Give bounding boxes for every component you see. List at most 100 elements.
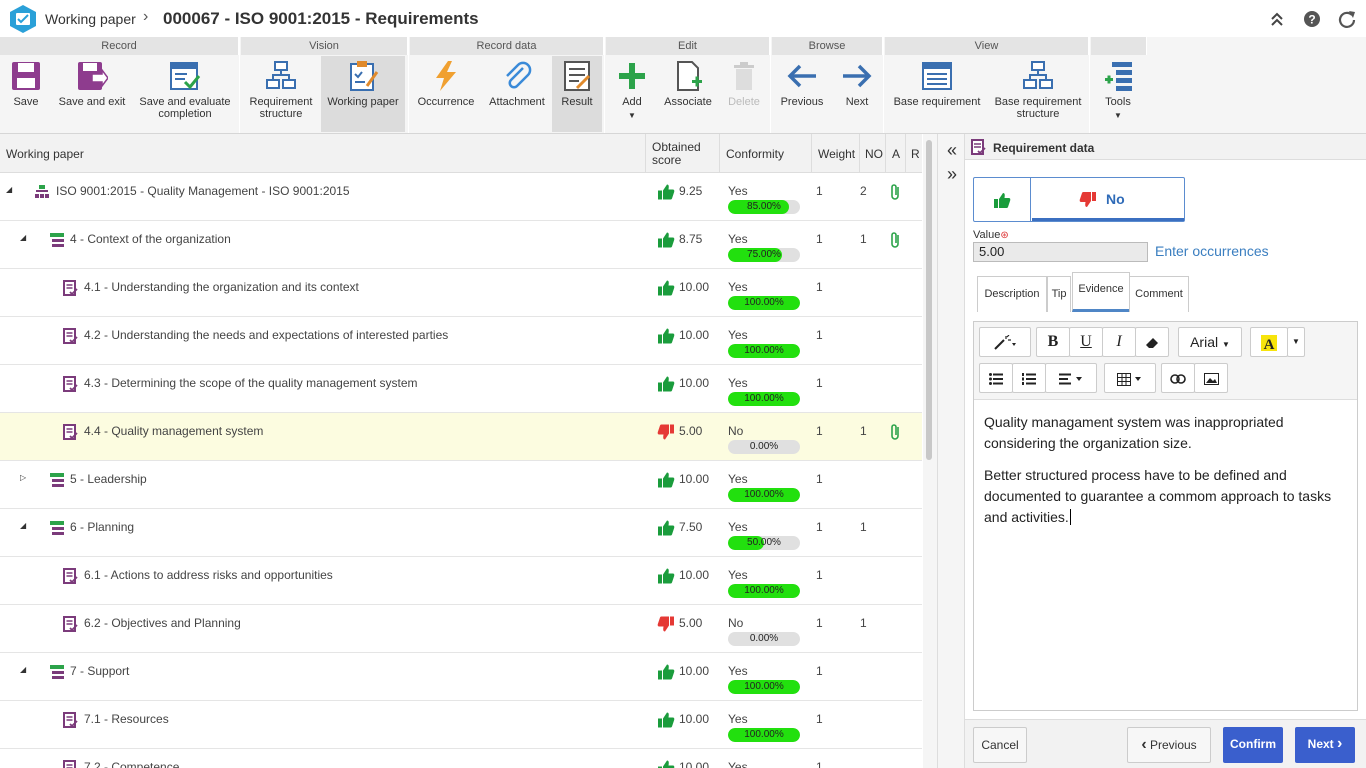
- tab-evidence[interactable]: Evidence: [1072, 272, 1130, 312]
- enter-occurrences-link[interactable]: Enter occurrences: [1155, 243, 1269, 259]
- link-button[interactable]: [1161, 363, 1195, 393]
- clear-format-button[interactable]: [1135, 327, 1169, 357]
- panel-next-label: Next: [1307, 737, 1334, 751]
- confirm-button[interactable]: Confirm: [1223, 727, 1283, 763]
- conformity-value: Yes: [728, 712, 748, 726]
- value-field[interactable]: 5.00: [973, 242, 1148, 262]
- collapse-icon[interactable]: ◢: [20, 665, 26, 674]
- tab-comment[interactable]: Comment: [1129, 276, 1189, 312]
- italic-button[interactable]: I: [1102, 327, 1136, 357]
- align-button[interactable]: [1045, 363, 1097, 393]
- add-button[interactable]: Add ▼: [606, 56, 658, 132]
- highlight-color-dropdown[interactable]: ▼: [1287, 327, 1305, 357]
- column-header-a[interactable]: A: [885, 134, 905, 173]
- table-row[interactable]: 6.2 - Objectives and Planning 5.00 No 0.00%…: [0, 605, 922, 653]
- conformity-yes-button[interactable]: [974, 178, 1031, 221]
- req-node-icon: [62, 616, 78, 632]
- save-and-evaluate-button[interactable]: Save and evaluate completion: [132, 56, 238, 132]
- thumbs-up-icon: [657, 279, 675, 297]
- numbered-list-button[interactable]: [1012, 363, 1046, 393]
- save-and-exit-button[interactable]: Save and exit: [52, 56, 132, 132]
- svg-text:?: ?: [1308, 13, 1315, 27]
- column-header-no[interactable]: NO: [859, 134, 885, 173]
- base-requirement-structure-button[interactable]: Base requirement structure: [989, 56, 1087, 132]
- column-header-obtained-score[interactable]: Obtained score: [645, 134, 719, 173]
- ribbon-group-record: Record Save Save and exit Save and evalu…: [0, 37, 240, 133]
- weight-value: 1: [816, 568, 823, 582]
- column-header-weight[interactable]: Weight: [811, 134, 859, 173]
- tab-tip[interactable]: Tip: [1047, 276, 1071, 312]
- collapse-icon[interactable]: ◢: [20, 521, 26, 530]
- table-row[interactable]: ◢ 6 - Planning 7.50 Yes 50.00% 1 1: [0, 509, 922, 557]
- numbered-list-icon: [1022, 373, 1036, 386]
- bold-button[interactable]: B: [1036, 327, 1070, 357]
- conformity-progress-bar: 75.00%: [728, 248, 800, 262]
- panel-header: Requirement data: [965, 134, 1366, 160]
- column-header-working-paper[interactable]: Working paper: [6, 134, 84, 173]
- delete-label: Delete: [728, 96, 760, 108]
- table-row[interactable]: 4.4 - Quality management system 5.00 No 0.0…: [0, 413, 922, 461]
- value-label-text: Value: [973, 229, 1001, 241]
- bullet-list-button[interactable]: [979, 363, 1013, 393]
- underline-button[interactable]: U: [1069, 327, 1103, 357]
- evidence-text[interactable]: Quality managament system was inappropri…: [984, 412, 1344, 539]
- conformity-value: Yes: [728, 184, 748, 198]
- collapse-icon[interactable]: ◢: [20, 233, 26, 242]
- attachment-icon[interactable]: [889, 183, 903, 201]
- thumbs-up-icon: [657, 663, 675, 681]
- previous-button[interactable]: Previous: [772, 56, 832, 132]
- table-row[interactable]: ◢ ISO 9001:2015 - Quality Management - IS…: [0, 173, 922, 221]
- save-button[interactable]: Save: [0, 56, 52, 132]
- attachment-icon[interactable]: [889, 231, 903, 249]
- table-row[interactable]: 7.1 - Resources 10.00 Yes 100.00% 1: [0, 701, 922, 749]
- row-label: 7 - Support: [70, 664, 130, 678]
- grid-scrollbar[interactable]: [923, 134, 937, 768]
- attachment-icon[interactable]: [889, 423, 903, 441]
- expand-right-icon[interactable]: »: [942, 164, 962, 184]
- table-row[interactable]: ▷ 5 - Leadership 10.00 Yes 100.00% 1: [0, 461, 922, 509]
- table-row[interactable]: ◢ 7 - Support 10.00 Yes 100.00% 1: [0, 653, 922, 701]
- tools-button[interactable]: Tools ▼: [1091, 56, 1145, 132]
- cancel-button[interactable]: Cancel: [973, 727, 1027, 763]
- conformity-value: Yes: [728, 328, 748, 342]
- tab-description[interactable]: Description: [977, 276, 1047, 312]
- header-score-line-1: Obtained: [652, 139, 701, 154]
- panel-next-button[interactable]: Next ›: [1295, 727, 1355, 763]
- collapse-icon[interactable]: ◢: [6, 185, 12, 194]
- app-title[interactable]: Working paper: [45, 11, 136, 27]
- table-row[interactable]: 4.2 - Understanding the needs and expect…: [0, 317, 922, 365]
- image-button[interactable]: [1194, 363, 1228, 393]
- table-row[interactable]: ◢ 4 - Context of the organization 8.75 Yes 7…: [0, 221, 922, 269]
- panel-previous-button[interactable]: ‹ Previous: [1127, 727, 1211, 763]
- collapse-up-icon[interactable]: [1267, 9, 1287, 29]
- help-icon[interactable]: ?: [1302, 9, 1322, 29]
- table-row[interactable]: 7.2 - Competence 10.00 Yes 1: [0, 749, 922, 768]
- requirement-structure-button[interactable]: Requirement structure: [241, 56, 321, 132]
- save-and-exit-label: Save and exit: [58, 96, 126, 108]
- table-row[interactable]: 4.1 - Understanding the organization and…: [0, 269, 922, 317]
- attachment-button[interactable]: Attachment: [482, 56, 552, 132]
- conformity-value: No: [728, 616, 744, 630]
- refresh-icon[interactable]: [1337, 9, 1357, 29]
- collapse-left-icon[interactable]: «: [942, 140, 962, 160]
- table-row[interactable]: 4.3 - Determining the scope of the quali…: [0, 365, 922, 413]
- ribbon-group-view: View Base requirement Base requirement s…: [885, 37, 1090, 133]
- next-button[interactable]: Next: [832, 56, 882, 132]
- highlight-color-button[interactable]: A: [1250, 327, 1288, 357]
- expand-icon[interactable]: ▷: [20, 473, 26, 482]
- evidence-paragraph-1: Quality managament system was inappropri…: [984, 414, 1284, 451]
- column-header-r[interactable]: R: [905, 134, 922, 173]
- table-button[interactable]: [1104, 363, 1156, 393]
- working-paper-button[interactable]: Working paper: [321, 56, 405, 132]
- result-button[interactable]: Result: [552, 56, 602, 132]
- delete-button[interactable]: Delete: [718, 56, 770, 132]
- table-row[interactable]: 6.1 - Actions to address risks and oppor…: [0, 557, 922, 605]
- column-header-conformity[interactable]: Conformity: [719, 134, 811, 173]
- associate-button[interactable]: Associate: [658, 56, 718, 132]
- font-family-select[interactable]: Arial ▼: [1178, 327, 1242, 357]
- magic-format-button[interactable]: [979, 327, 1031, 357]
- occurrence-button[interactable]: Occurrence: [410, 56, 482, 132]
- conformity-no-button[interactable]: No: [1032, 178, 1184, 221]
- base-requirement-button[interactable]: Base requirement: [889, 56, 985, 132]
- scrollbar-thumb[interactable]: [926, 140, 932, 460]
